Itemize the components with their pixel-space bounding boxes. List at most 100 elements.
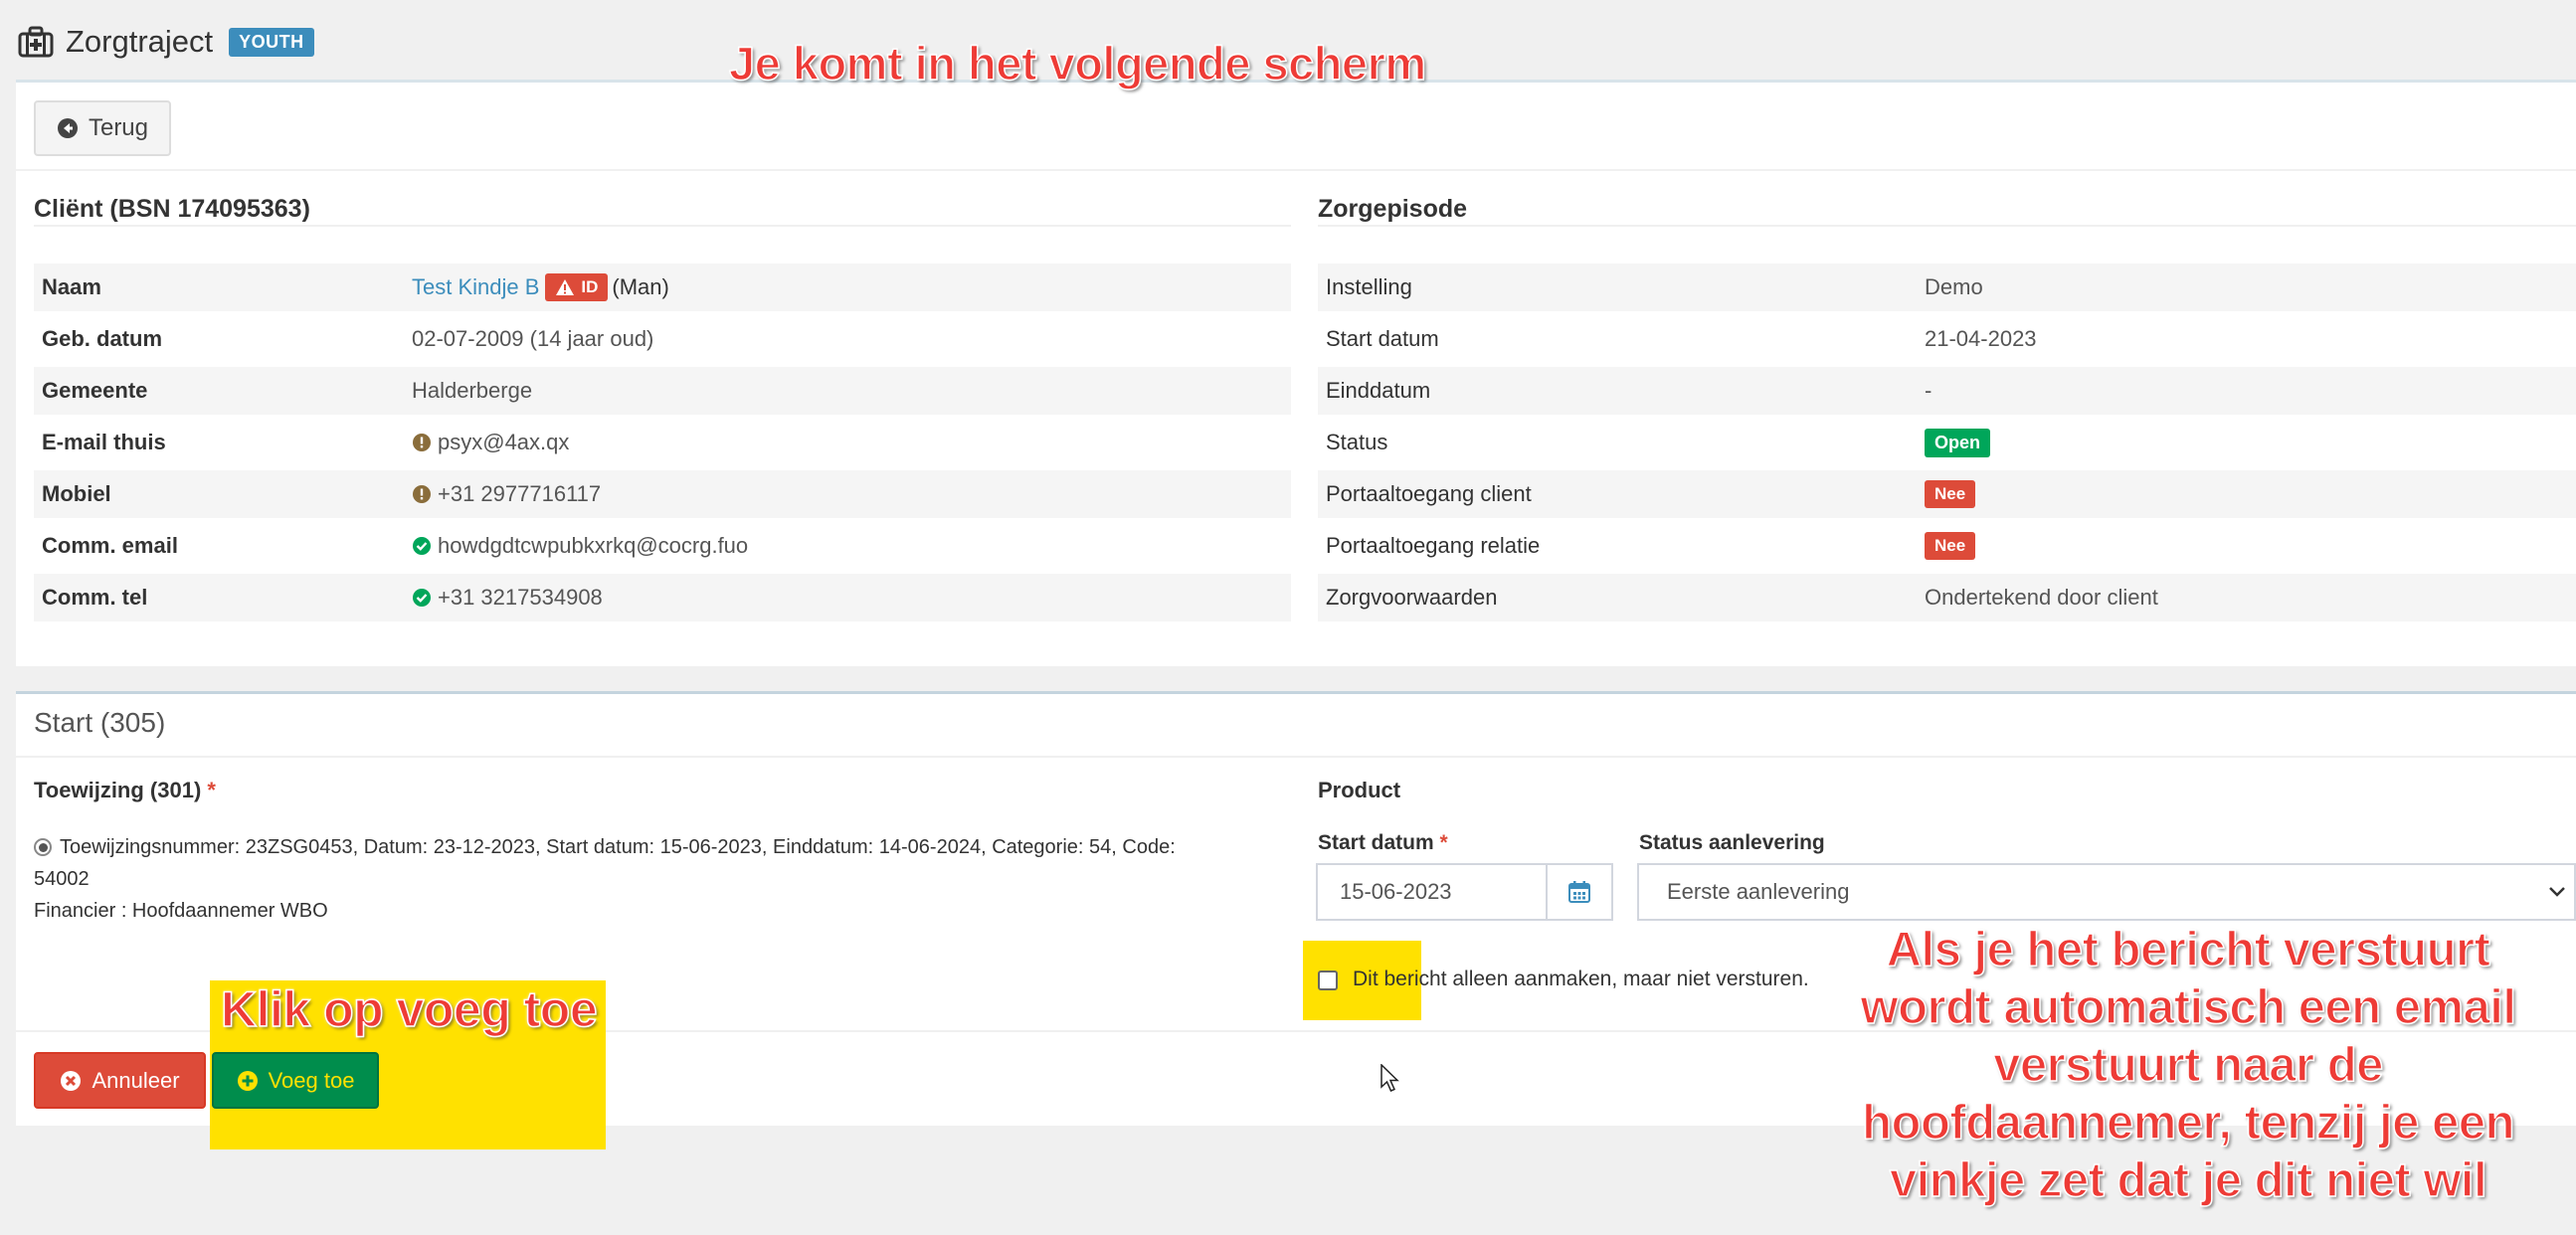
required-mark: *: [207, 778, 216, 802]
start-datum-label-text: Start datum: [1318, 831, 1434, 854]
client-name-value: Test Kindje B ID (Man): [412, 273, 669, 301]
episode-terms-value: Ondertekend door client: [1925, 585, 2158, 610]
check-circle-icon: [413, 589, 431, 607]
page-title-text: Zorgtraject: [66, 24, 214, 59]
episode-status-value: Open: [1925, 428, 1991, 457]
times-circle-icon: [61, 1070, 82, 1091]
id-badge-label: ID: [581, 277, 599, 296]
annotation-info-line: verstuurt naar de: [1992, 1037, 2384, 1093]
episode-institution-label: Instelling: [1326, 274, 1412, 299]
table-row: Einddatum -: [1318, 367, 2576, 415]
back-button-label: Terug: [88, 114, 149, 141]
page-title: Zorgtraject YOUTH: [18, 22, 314, 62]
mouse-cursor-icon: [1380, 1064, 1399, 1092]
client-comm-email-value: howdgdtcwpubkxrkq@cocrg.fuo: [412, 533, 748, 559]
required-mark: *: [1439, 831, 1448, 854]
client-email-value: psyx@4ax.qx: [412, 430, 569, 455]
add-button[interactable]: Voeg toe: [212, 1052, 379, 1109]
episode-start-value: 21-04-2023: [1925, 326, 2037, 351]
annotation-info-line: wordt automatisch een email: [1860, 979, 2517, 1035]
id-warning-badge: ID: [545, 273, 609, 301]
table-row: Portaaltoegang relatie Nee: [1318, 522, 2576, 570]
client-email-text: psyx@4ax.qx: [438, 430, 570, 454]
divider: [16, 169, 2576, 171]
medkit-icon: [18, 26, 54, 58]
client-comm-email-label: Comm. email: [42, 533, 178, 558]
client-mobile-label: Mobiel: [42, 481, 111, 506]
client-municipality-value: Halderberge: [412, 378, 533, 403]
episode-portal-client-value: Nee: [1925, 480, 1976, 508]
status-badge: Nee: [1925, 480, 1976, 508]
table-row: Status Open: [1318, 419, 2576, 466]
exclamation-circle-icon: [413, 434, 431, 451]
start-form-title: Start (305): [34, 707, 166, 738]
episode-heading: Zorgepisode: [1318, 195, 1468, 223]
client-comm-tel-text: +31 3217534908: [438, 585, 603, 610]
client-comm-tel-value: +31 3217534908: [412, 585, 603, 611]
annotation-info: Als je het bericht verstuurt wordt autom…: [1810, 921, 2566, 1209]
table-row: E-mail thuis psyx@4ax.qx: [34, 419, 1291, 466]
table-row: Portaaltoegang client Nee: [1318, 470, 2576, 518]
arrow-circle-left-icon: [57, 118, 78, 138]
table-row: Mobiel +31 2977716117: [34, 470, 1291, 518]
client-comm-tel-label: Comm. tel: [42, 585, 148, 610]
cancel-button-label: Annuleer: [92, 1067, 180, 1093]
client-name-label: Naam: [42, 274, 101, 299]
episode-institution-value: Demo: [1925, 274, 1983, 299]
start-datum-input[interactable]: 15-06-2023: [1316, 863, 1548, 921]
episode-end-value: -: [1925, 378, 1932, 403]
client-gender: (Man): [612, 274, 669, 299]
start-datum-label: Start datum *: [1318, 831, 1448, 855]
calendar-icon: [1568, 881, 1590, 903]
episode-start-label: Start datum: [1326, 326, 1439, 351]
client-dob-label: Geb. datum: [42, 326, 163, 351]
add-button-label: Voeg toe: [268, 1067, 355, 1093]
table-row: Zorgvoorwaarden Ondertekend door client: [1318, 574, 2576, 621]
back-button[interactable]: Terug: [34, 100, 171, 156]
table-row: Comm. tel +31 3217534908: [34, 574, 1291, 621]
table-row: Comm. email howdgdtcwpubkxrkq@cocrg.fuo: [34, 522, 1291, 570]
client-email-label: E-mail thuis: [42, 430, 166, 454]
exclamation-circle-icon: [413, 485, 431, 503]
client-mobile-value: +31 2977716117: [412, 481, 601, 507]
toewijzing-label-text: Toewijzing (301): [34, 778, 202, 802]
check-circle-icon: [413, 537, 431, 555]
status-aanlevering-label: Status aanlevering: [1639, 831, 1825, 854]
toewijzing-line2: 54002: [34, 868, 90, 890]
status-aanlevering-select[interactable]: Eerste aanlevering: [1637, 863, 2576, 921]
client-name-link[interactable]: Test Kindje B: [412, 274, 539, 300]
episode-heading-divider: [1318, 225, 2576, 227]
client-heading: Cliënt (BSN 174095363): [34, 195, 310, 223]
plus-circle-icon: [237, 1070, 258, 1091]
table-row: Geb. datum 02-07-2009 (14 jaar oud): [34, 315, 1291, 363]
episode-portal-relation-value: Nee: [1925, 532, 1976, 560]
toewijzing-label: Toewijzing (301) *: [34, 778, 216, 803]
divider: [16, 756, 2576, 758]
episode-terms-label: Zorgvoorwaarden: [1326, 585, 1498, 610]
episode-portal-relation-label: Portaaltoegang relatie: [1326, 533, 1541, 558]
annotation-top: Je komt in het volgende scherm: [728, 36, 1427, 90]
client-dob-value: 02-07-2009 (14 jaar oud): [412, 326, 654, 351]
calendar-button[interactable]: [1548, 863, 1613, 921]
toewijzing-radio[interactable]: [34, 838, 52, 856]
product-label: Product: [1318, 778, 1401, 802]
annotation-add-button: Klik op voeg toe: [220, 980, 598, 1038]
do-not-send-label: Dit bericht alleen aanmaken, maar niet v…: [1353, 968, 1809, 990]
status-badge: Open: [1925, 428, 1991, 457]
do-not-send-checkbox[interactable]: [1318, 970, 1338, 990]
toewijzing-option: Toewijzingsnummer: 23ZSG0453, Datum: 23-…: [34, 831, 1287, 927]
annotation-info-line: hoofdaannemer, tenzij je een: [1861, 1095, 2515, 1150]
client-comm-email-text: howdgdtcwpubkxrkq@cocrg.fuo: [438, 533, 749, 558]
table-row: Start datum 21-04-2023: [1318, 315, 2576, 363]
table-row: Instelling Demo: [1318, 264, 2576, 311]
episode-end-label: Einddatum: [1326, 378, 1431, 403]
client-heading-divider: [34, 225, 1291, 227]
episode-portal-client-label: Portaaltoegang client: [1326, 481, 1532, 506]
chevron-down-icon: [2549, 887, 2565, 897]
status-badge: Nee: [1925, 532, 1976, 560]
warning-icon: [556, 279, 575, 295]
financier-text: Financier : Hoofdaannemer WBO: [34, 900, 328, 922]
annotation-info-line: Als je het bericht verstuurt: [1886, 922, 2491, 977]
table-row: Naam Test Kindje B ID (Man): [34, 264, 1291, 311]
cancel-button[interactable]: Annuleer: [34, 1052, 206, 1109]
